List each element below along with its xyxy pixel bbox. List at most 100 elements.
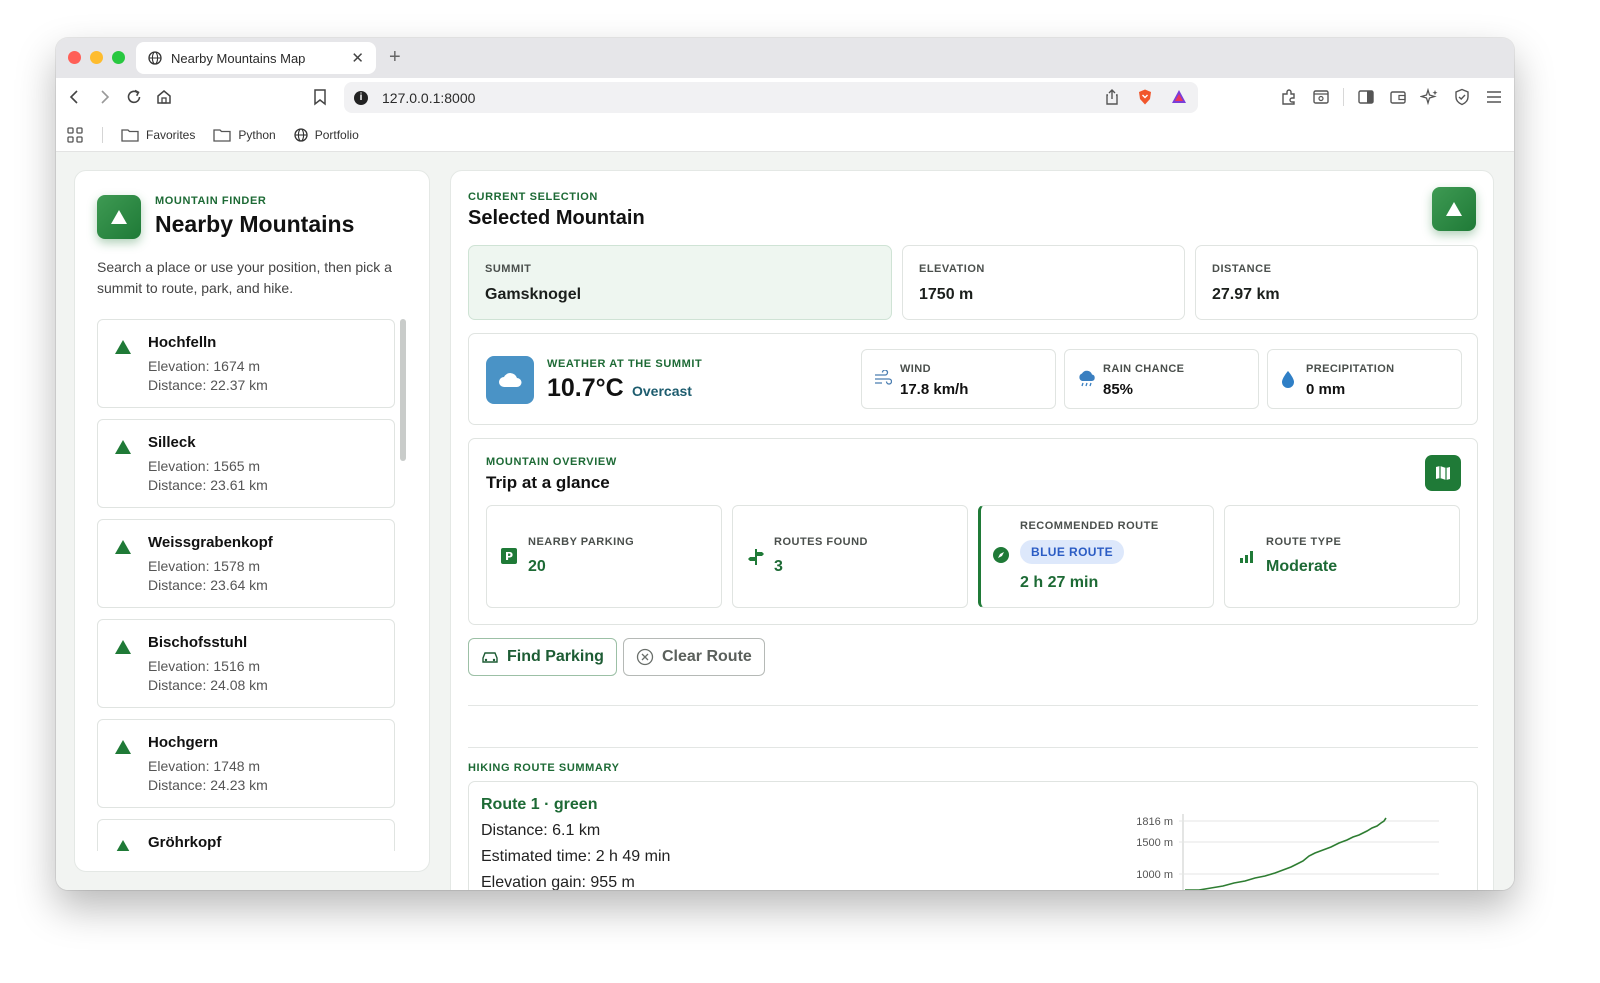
browser-tab[interactable]: Nearby Mountains Map ✕ bbox=[136, 42, 376, 74]
sidebar-eyebrow: MOUNTAIN FINDER bbox=[155, 195, 267, 207]
mountain-card[interactable]: Hochfelln Elevation: 1674 m Distance: 22… bbox=[97, 319, 395, 408]
mountain-elevation: Elevation: 1674 m bbox=[148, 358, 261, 374]
browser-window: Nearby Mountains Map ✕ + i 127.0.0.1:800… bbox=[56, 38, 1514, 890]
zoom-window-button[interactable] bbox=[112, 51, 125, 64]
cloud-icon bbox=[486, 356, 534, 404]
wallet-icon[interactable] bbox=[1388, 87, 1408, 107]
car-icon bbox=[482, 652, 498, 663]
weather-condition: Overcast bbox=[632, 383, 692, 399]
bookmark-label: Python bbox=[238, 127, 276, 142]
route-summary-card[interactable]: Route 1 · green Distance: 6.1 km Estimat… bbox=[468, 781, 1478, 890]
wind-stat: WIND 17.8 km/h bbox=[861, 349, 1056, 409]
brave-shields-icon[interactable] bbox=[1136, 88, 1154, 106]
mountain-elevation: Elevation: 1578 m bbox=[148, 558, 261, 574]
page-content: MOUNTAIN FINDER Nearby Mountains Search … bbox=[56, 152, 1514, 890]
site-info-icon[interactable]: i bbox=[354, 90, 368, 105]
precipitation-stat: PRECIPITATION 0 mm bbox=[1267, 349, 1462, 409]
mountain-card[interactable]: Hochgern Elevation: 1748 m Distance: 24.… bbox=[97, 719, 395, 808]
share-icon[interactable] bbox=[1104, 88, 1120, 106]
rain-chance-label: RAIN CHANCE bbox=[1103, 363, 1185, 375]
section-divider bbox=[468, 705, 1478, 706]
apps-grid-icon[interactable] bbox=[66, 126, 84, 144]
mountain-distance: Distance: 24.08 km bbox=[148, 677, 268, 693]
routes-found-stat: ROUTES FOUND 3 bbox=[732, 505, 968, 608]
route-type-stat: ROUTE TYPE Moderate bbox=[1224, 505, 1460, 608]
weather-temperature: 10.7°C bbox=[547, 374, 624, 402]
route-time: Estimated time: 2 h 49 min bbox=[481, 848, 671, 865]
minimize-window-button[interactable] bbox=[90, 51, 103, 64]
forward-icon[interactable] bbox=[93, 86, 115, 108]
url-text[interactable]: 127.0.0.1:8000 bbox=[382, 90, 475, 106]
bookmarks-bar: Favorites Python Portfolio bbox=[56, 118, 1514, 152]
bookmark-icon[interactable] bbox=[309, 86, 331, 108]
rain-chance-stat: RAIN CHANCE 85% bbox=[1064, 349, 1259, 409]
close-tab-icon[interactable]: ✕ bbox=[351, 49, 364, 67]
bookmark-favorites[interactable]: Favorites bbox=[121, 128, 195, 142]
clear-circle-icon bbox=[636, 648, 654, 666]
bar-chart-icon bbox=[1240, 551, 1253, 563]
folder-icon bbox=[121, 128, 139, 142]
leo-ai-icon[interactable] bbox=[1420, 87, 1440, 107]
mountain-card[interactable]: Gröhrkopf bbox=[97, 819, 395, 851]
mountain-distance: Distance: 22.37 km bbox=[148, 377, 268, 393]
route-elevation-gain: Elevation gain: 955 m bbox=[481, 874, 635, 890]
distance-stat: DISTANCE 27.97 km bbox=[1195, 245, 1478, 320]
route-type-label: ROUTE TYPE bbox=[1266, 536, 1342, 548]
mountain-elevation: Elevation: 1516 m bbox=[148, 658, 261, 674]
mountain-card[interactable]: Weissgrabenkopf Elevation: 1578 m Distan… bbox=[97, 519, 395, 608]
vpn-shield-icon[interactable] bbox=[1452, 87, 1472, 107]
clear-route-button[interactable]: Clear Route bbox=[623, 638, 765, 676]
tab-strip: Nearby Mountains Map ✕ + bbox=[56, 38, 1514, 78]
parking-icon: P bbox=[501, 548, 517, 564]
mountain-name: Hochfelln bbox=[148, 334, 217, 351]
bookmark-python[interactable]: Python bbox=[213, 127, 276, 142]
mountain-logo-icon bbox=[97, 195, 141, 239]
mountain-distance: Distance: 24.23 km bbox=[148, 777, 268, 793]
extensions-icon[interactable] bbox=[1279, 87, 1299, 107]
precipitation-value: 0 mm bbox=[1306, 381, 1346, 398]
mountain-name: Weissgrabenkopf bbox=[148, 534, 273, 551]
close-window-button[interactable] bbox=[68, 51, 81, 64]
mountain-icon bbox=[115, 340, 131, 354]
find-parking-button[interactable]: Find Parking bbox=[468, 638, 617, 676]
wind-icon bbox=[875, 370, 892, 385]
mountain-list-scrollbar[interactable] bbox=[400, 319, 406, 461]
globe-icon bbox=[294, 127, 308, 142]
back-icon[interactable] bbox=[64, 86, 86, 108]
summit-value: Gamsknogel bbox=[485, 286, 582, 303]
reload-icon[interactable] bbox=[123, 86, 145, 108]
recommended-route-label: RECOMMENDED ROUTE bbox=[1020, 520, 1159, 532]
mountain-name: Bischofsstuhl bbox=[148, 634, 248, 651]
summit-label: SUMMIT bbox=[485, 263, 532, 275]
tab-title: Nearby Mountains Map bbox=[171, 50, 306, 66]
recommended-route-stat[interactable]: RECOMMENDED ROUTE BLUE ROUTE 2 h 27 min bbox=[978, 505, 1214, 608]
home-icon[interactable] bbox=[153, 86, 175, 108]
mountain-card[interactable]: Silleck Elevation: 1565 m Distance: 23.6… bbox=[97, 419, 395, 508]
summit-stat: SUMMIT Gamsknogel bbox=[468, 245, 892, 320]
precipitation-label: PRECIPITATION bbox=[1306, 363, 1395, 375]
mountain-logo-icon bbox=[1432, 187, 1476, 231]
folder-icon bbox=[213, 128, 232, 142]
overview-eyebrow: MOUNTAIN OVERVIEW bbox=[486, 456, 617, 468]
mountain-card[interactable]: Bischofsstuhl Elevation: 1516 m Distance… bbox=[97, 619, 395, 708]
address-bar-actions bbox=[1104, 88, 1188, 106]
overview-title: Trip at a glance bbox=[486, 473, 610, 492]
tab-search-icon[interactable] bbox=[1311, 87, 1331, 107]
sidebar-toggle-icon[interactable] bbox=[1356, 87, 1376, 107]
route-color-badge: BLUE ROUTE bbox=[1020, 540, 1124, 564]
rewards-icon[interactable] bbox=[1170, 88, 1188, 106]
rain-cloud-icon bbox=[1079, 370, 1095, 387]
route-name: Route 1 · green bbox=[481, 796, 598, 813]
mountain-name: Gröhrkopf bbox=[148, 834, 222, 851]
map-icon[interactable] bbox=[1425, 455, 1461, 491]
rain-chance-value: 85% bbox=[1103, 381, 1134, 398]
address-bar[interactable]: i 127.0.0.1:8000 bbox=[344, 82, 1198, 113]
bookmark-label: Portfolio bbox=[314, 127, 359, 142]
signpost-icon bbox=[748, 549, 764, 565]
bookmark-portfolio[interactable]: Portfolio bbox=[294, 128, 359, 142]
mountain-icon bbox=[115, 540, 131, 554]
menu-icon[interactable] bbox=[1484, 87, 1504, 107]
new-tab-icon[interactable]: + bbox=[389, 46, 401, 69]
distance-value: 27.97 km bbox=[1212, 286, 1280, 303]
selection-eyebrow: CURRENT SELECTION bbox=[468, 191, 598, 203]
